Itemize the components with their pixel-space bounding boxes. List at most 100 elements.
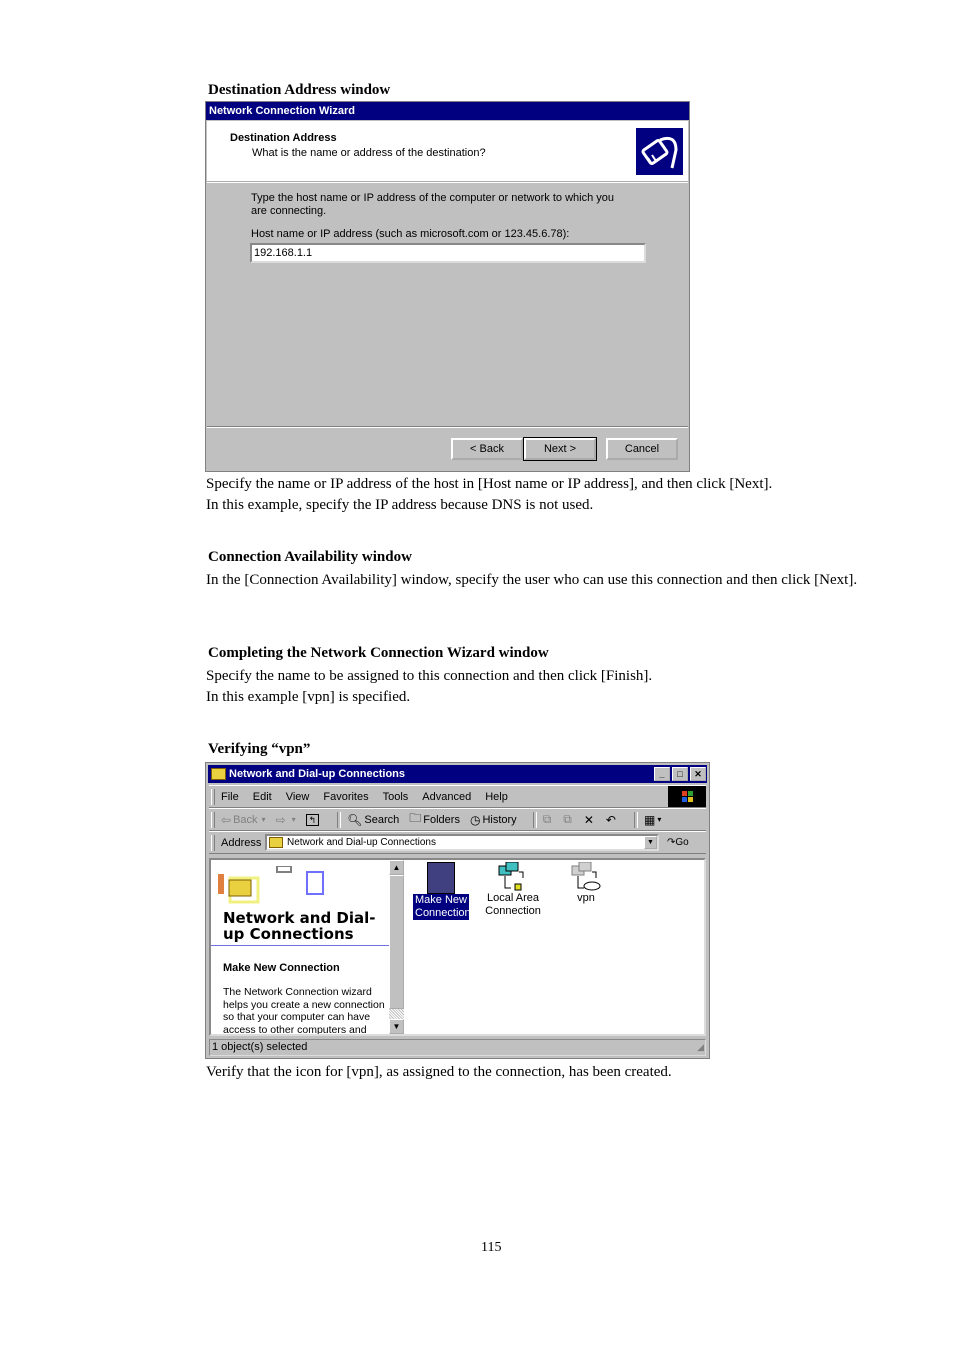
undo-icon: ↶ [605,812,616,827]
minimize-button[interactable]: _ [654,767,670,781]
page-number: 115 [481,1240,502,1255]
paragraph: Verify that the icon for [vpn], as assig… [206,1064,672,1080]
vertical-scrollbar[interactable]: ▲ ▼ [389,860,404,1034]
host-field-label: Host name or IP address (such as microso… [251,228,570,240]
standard-toolbar: ⇦ Back ▾ ⇨ ▾ ↰ 🔍︎ Search 🗀︎ Folders ◷ History … [209,808,706,831]
views-button[interactable]: ▦ ▾ [644,813,661,827]
menu-tools[interactable]: Tools [383,791,409,803]
menu-favorites[interactable]: Favorites [323,791,368,803]
scroll-up-button[interactable]: ▲ [389,860,404,875]
section-heading-verifying: Verifying “vpn” [208,741,311,757]
paragraph: In the [Connection Availability] window,… [206,572,858,588]
network-cable-icon [636,128,683,175]
wizard-instruction: Type the host name or IP address of the … [251,192,614,217]
folder-icon [211,768,226,780]
history-icon: ◷ [469,812,481,827]
back-arrow-icon: ⇦ [221,812,232,827]
explorer-title: Network and Dial-up Connections [229,768,406,780]
address-label: Address [221,836,262,849]
icon-label: Local Area Connection [485,892,541,917]
icon-label: vpn [577,892,595,904]
wizard-header: Destination Address What is the name or … [207,121,688,183]
cancel-button[interactable]: Cancel [606,438,678,460]
forward-arrow-icon: ⇨ [275,812,286,827]
network-folder-banner-icon [215,865,325,906]
section-heading-availability: Connection Availability window [208,549,412,565]
menu-help[interactable]: Help [485,791,508,803]
back-button[interactable]: < Back [451,438,523,460]
address-bar: Address Network and Dial-up Connections … [209,831,706,854]
status-text: 1 object(s) selected [212,1041,308,1053]
toolbar-separator [532,811,537,828]
toolbar-separator [337,811,342,828]
left-pane-subtitle: Make New Connection [223,962,340,974]
content-area: Network and Dial-up Connections Make New… [209,858,706,1036]
lan-connection-icon [497,861,529,892]
search-button[interactable]: 🔍︎ Search [347,813,399,827]
address-dropdown-button[interactable]: ▼ [644,836,657,849]
folders-button[interactable]: 🗀︎ Folders [409,809,460,830]
chevron-down-icon: ▾ [261,815,266,824]
history-button[interactable]: ◷ History [470,813,517,827]
chevron-down-icon: ▾ [657,815,662,824]
menu-bar: File Edit View Favorites Tools Advanced … [209,785,706,808]
folders-icon: 🗀︎ [409,811,422,825]
up-folder-button[interactable]: ↰ [305,813,322,826]
status-bar: 1 object(s) selected ◢ [209,1039,706,1056]
toolbar-grip[interactable] [211,788,215,805]
maximize-button[interactable]: □ [672,767,688,781]
windows-logo-icon [668,786,706,807]
paragraph: Specify the name to be assigned to this … [206,668,653,684]
toolbar-grip[interactable] [211,811,215,828]
go-button[interactable]: ↷Go [667,837,689,848]
section-heading-destination: Destination Address window [208,82,391,98]
search-icon: 🔍︎ [347,812,363,827]
address-input[interactable]: Network and Dial-up Connections ▼ [265,834,659,851]
menu-edit[interactable]: Edit [253,791,272,803]
search-label: Search [364,813,400,826]
next-button[interactable]: Next > [523,437,597,461]
icon-make-new-connection[interactable]: Make New Connection [406,862,476,920]
make-new-connection-icon [427,862,455,894]
undo-button[interactable]: ↶ [606,813,618,827]
menu-advanced[interactable]: Advanced [422,791,471,803]
resize-grip-icon[interactable]: ◢ [697,1040,704,1055]
menu-file[interactable]: File [221,791,239,803]
toolbar-separator [633,811,638,828]
icon-vpn[interactable]: vpn [551,861,621,905]
paragraph: In this example [vpn] is specified. [206,689,411,705]
delete-button[interactable]: ✕ [584,813,596,827]
forward-nav-button[interactable]: ⇨ ▾ [276,813,296,827]
scroll-track[interactable] [389,1009,404,1019]
toolbar-grip[interactable] [211,834,215,851]
copy-to-button[interactable]: ⧉ [563,812,574,827]
vpn-connection-icon [570,861,602,892]
chevron-down-icon: ▾ [291,815,296,824]
views-icon: ▦ [643,812,656,827]
history-label: History [482,813,517,826]
copy-to-icon: ⧉ [563,812,572,826]
icon-label: Make New Connection [413,894,471,920]
back-nav-button[interactable]: ⇦ Back ▾ [221,813,266,827]
icon-local-area-connection[interactable]: Local Area Connection [478,861,548,918]
section-heading-completing: Completing the Network Connection Wizard… [208,645,549,661]
back-label: Back [233,813,258,826]
paragraph: Specify the name or IP address of the ho… [206,476,773,492]
paragraph: In this example, specify the IP address … [206,497,594,513]
folders-label: Folders [423,813,460,826]
menu-view[interactable]: View [286,791,310,803]
scroll-thumb[interactable] [389,875,404,1009]
move-to-icon: ⧉ [542,812,552,826]
scroll-down-button[interactable]: ▼ [389,1019,404,1034]
go-label: Go [675,837,689,848]
explorer-title-bar: Network and Dial-up Connections _ □ ✕ [208,765,707,783]
address-value: Network and Dial-up Connections [287,837,436,848]
left-pane-description: The Network Connection wizard helps you … [223,986,385,1034]
close-button[interactable]: ✕ [690,767,706,781]
left-pane-title: Network and Dial-up Connections [223,909,376,943]
folder-icon [269,837,283,848]
host-name-input[interactable]: 192.168.1.1 [250,243,646,263]
move-to-button[interactable]: ⧉ [543,812,554,827]
delete-x-icon: ✕ [583,812,594,827]
wizard-header-subtitle: What is the name or address of the desti… [252,147,486,159]
